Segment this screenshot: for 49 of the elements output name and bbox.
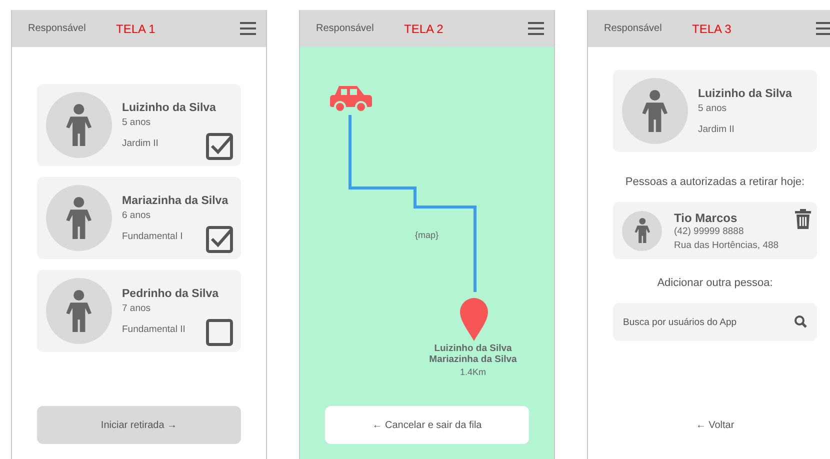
location-pin-icon [460,298,488,341]
child-age: 5 anos [698,102,728,114]
distance-label: 1.4Km [460,367,486,377]
section-heading: Pessoas a autorizadas a retirar hoje: [625,176,805,188]
child-age: 6 anos [122,210,152,220]
screen-title: TELA 3 [692,22,732,36]
child-card[interactable]: Luizinho da Silva 5 anos Jardim II [37,84,241,166]
start-pickup-button[interactable]: Iniciar retirada → [37,406,241,444]
role-label: Responsável [604,23,663,34]
child-name: Mariazinha da Silva [429,354,517,365]
cancel-button[interactable]: ← Cancelar e sair da fila [325,406,529,444]
child-name: Luizinho da Silva [434,343,512,354]
child-icon [65,196,93,240]
child-card[interactable]: Pedrinho da Silva 7 anos Fundamental II [37,270,241,352]
child-age: 7 anos [122,302,152,314]
child-icon [641,90,669,132]
checkbox[interactable] [206,133,233,160]
person-name: Tio Marcos [674,210,738,224]
back-link[interactable]: ← Voltar [696,420,734,431]
child-grade: Fundamental II [122,324,186,334]
trash-icon[interactable] [795,209,811,229]
child-card[interactable]: Mariazinha da Silva 6 anos Fundamental I [37,177,241,259]
child-age: 5 anos [122,116,152,128]
search-field[interactable]: Busca por usuários do App [613,303,817,341]
checkbox[interactable] [206,226,233,253]
search-icon [794,315,807,328]
child-icon [65,104,93,146]
map-placeholder-label: {map} [415,230,439,240]
child-name: Luizinho da Silva [122,102,216,114]
child-grade: Jardim II [698,124,736,134]
child-name: Pedrinho da Silva [122,288,218,300]
car-icon [330,83,372,113]
role-label: Responsável [316,23,375,34]
child-grade: Jardim II [122,138,160,148]
screen-title: TELA 1 [116,22,156,36]
child-icon [634,218,650,244]
child-grade: Fundamental I [122,230,184,242]
role-label: Responsável [28,23,87,34]
child-name: Mariazinha da Silva [122,194,228,206]
person-address: Rua das Hortências, 488 [674,240,780,250]
person-phone: (42) 99999 8888 [674,226,745,236]
checkbox[interactable] [206,319,233,346]
menu-icon[interactable] [528,22,544,35]
child-icon [65,290,93,332]
screen-title: TELA 2 [404,22,444,36]
section-heading: Adicionar outra pessoa: [657,277,773,289]
menu-icon[interactable] [816,22,830,35]
menu-icon[interactable] [240,22,256,35]
child-name: Luizinho da Silva [698,88,792,100]
